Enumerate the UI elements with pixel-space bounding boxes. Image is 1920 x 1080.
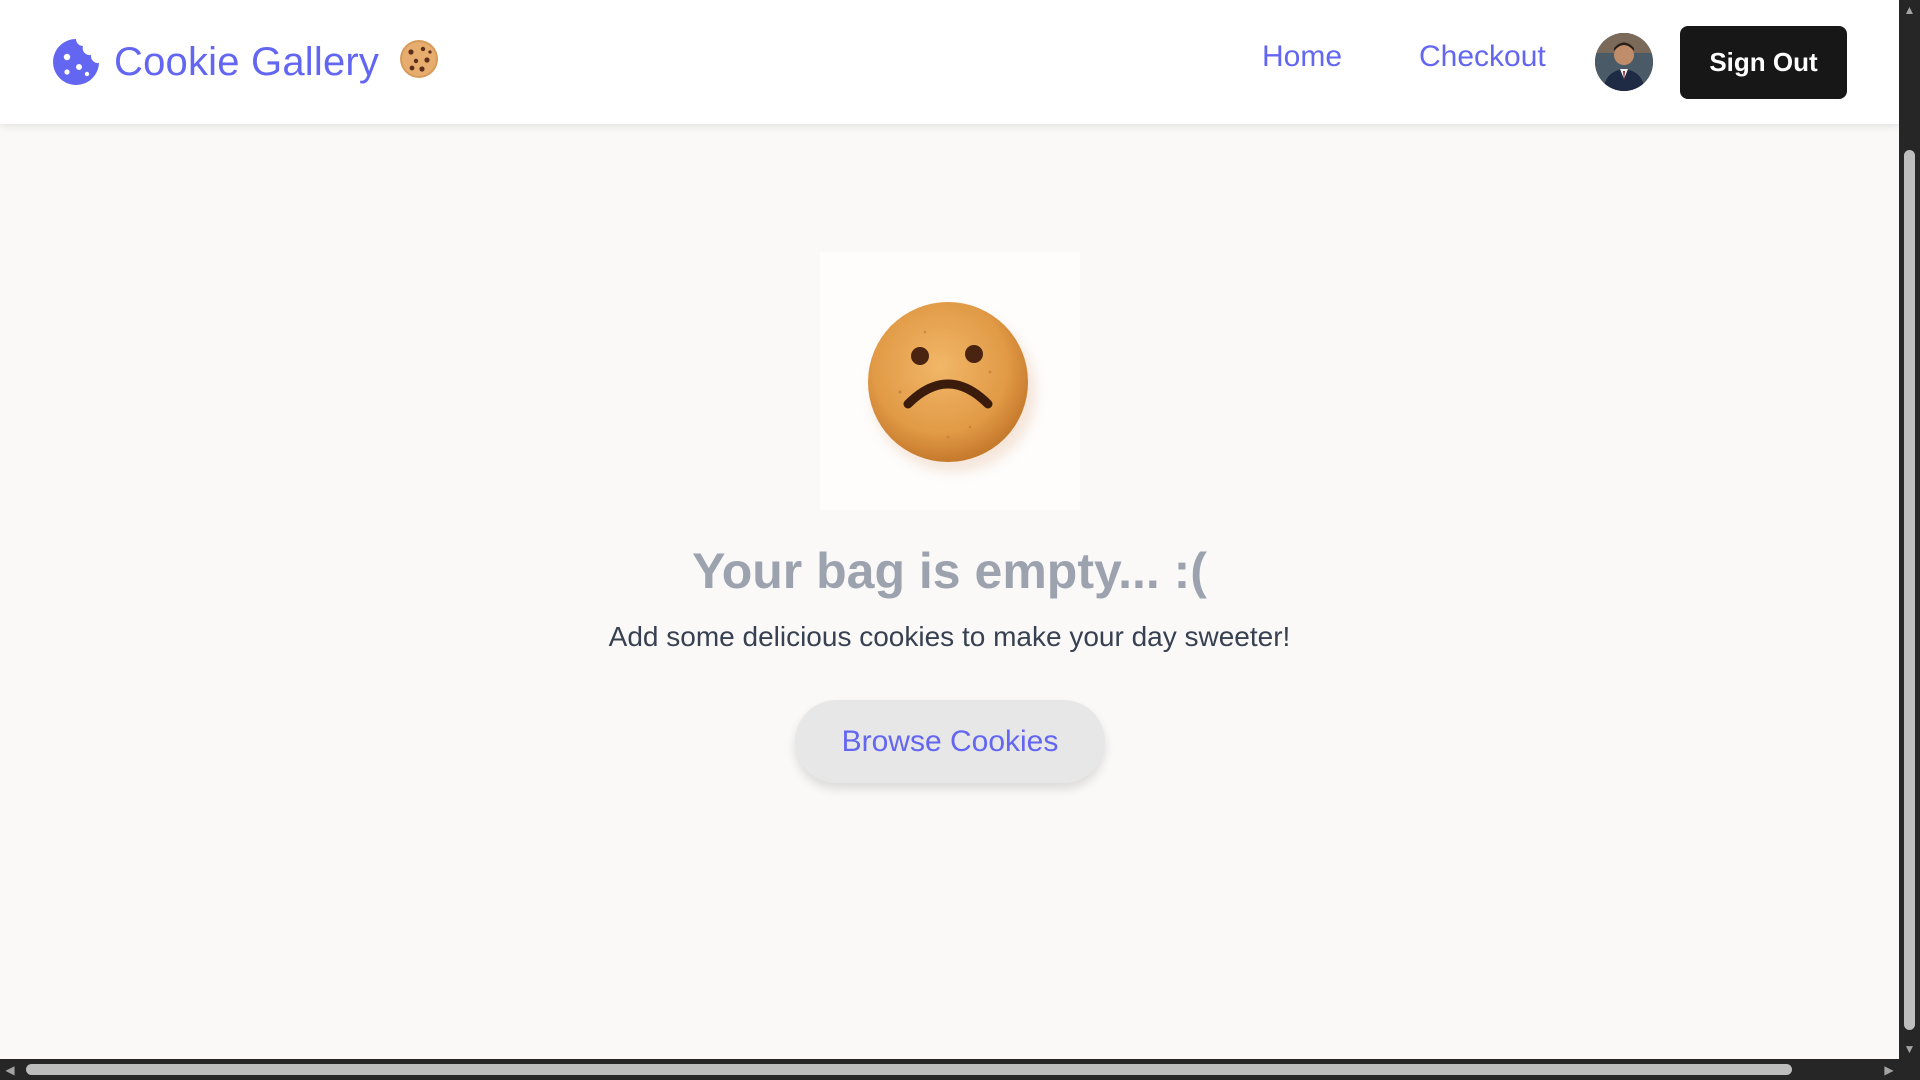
empty-bag-title: Your bag is empty... :( — [692, 543, 1207, 599]
scroll-right-icon[interactable]: ▶ — [1879, 1059, 1899, 1080]
empty-bag-section: Your bag is empty... :( Add some delicio… — [0, 124, 1899, 1059]
empty-bag-subtitle: Add some delicious cookies to make your … — [608, 621, 1291, 652]
scroll-up-icon[interactable]: ▲ — [1899, 0, 1920, 20]
vertical-scroll-thumb[interactable] — [1904, 150, 1915, 1030]
horizontal-scroll-thumb[interactable] — [26, 1064, 1792, 1075]
user-avatar[interactable] — [1595, 33, 1653, 91]
browse-cookies-button[interactable]: Browse Cookies — [795, 700, 1105, 783]
nav-home-link[interactable]: Home — [1262, 40, 1342, 74]
scrollbar-corner — [1899, 1059, 1920, 1080]
vertical-scrollbar[interactable]: ▲ ▼ — [1899, 0, 1920, 1059]
sad-cookie-image — [820, 252, 1080, 510]
nav-checkout-link[interactable]: Checkout — [1419, 40, 1546, 74]
sign-out-button[interactable]: Sign Out — [1680, 26, 1847, 99]
top-navbar: Cookie Gallery Home Checkout Sign Out — [0, 0, 1899, 124]
brand-title: Cookie Gallery — [114, 39, 380, 84]
page-viewport: Cookie Gallery Home Checkout Sign Out Yo… — [0, 0, 1899, 1059]
cookie-emoji-icon — [399, 39, 439, 86]
horizontal-scrollbar[interactable]: ◀ ▶ — [0, 1059, 1899, 1080]
cookie-icon — [50, 36, 102, 88]
brand[interactable]: Cookie Gallery — [50, 34, 439, 90]
scroll-left-icon[interactable]: ◀ — [0, 1059, 20, 1080]
scroll-down-icon[interactable]: ▼ — [1899, 1039, 1920, 1059]
